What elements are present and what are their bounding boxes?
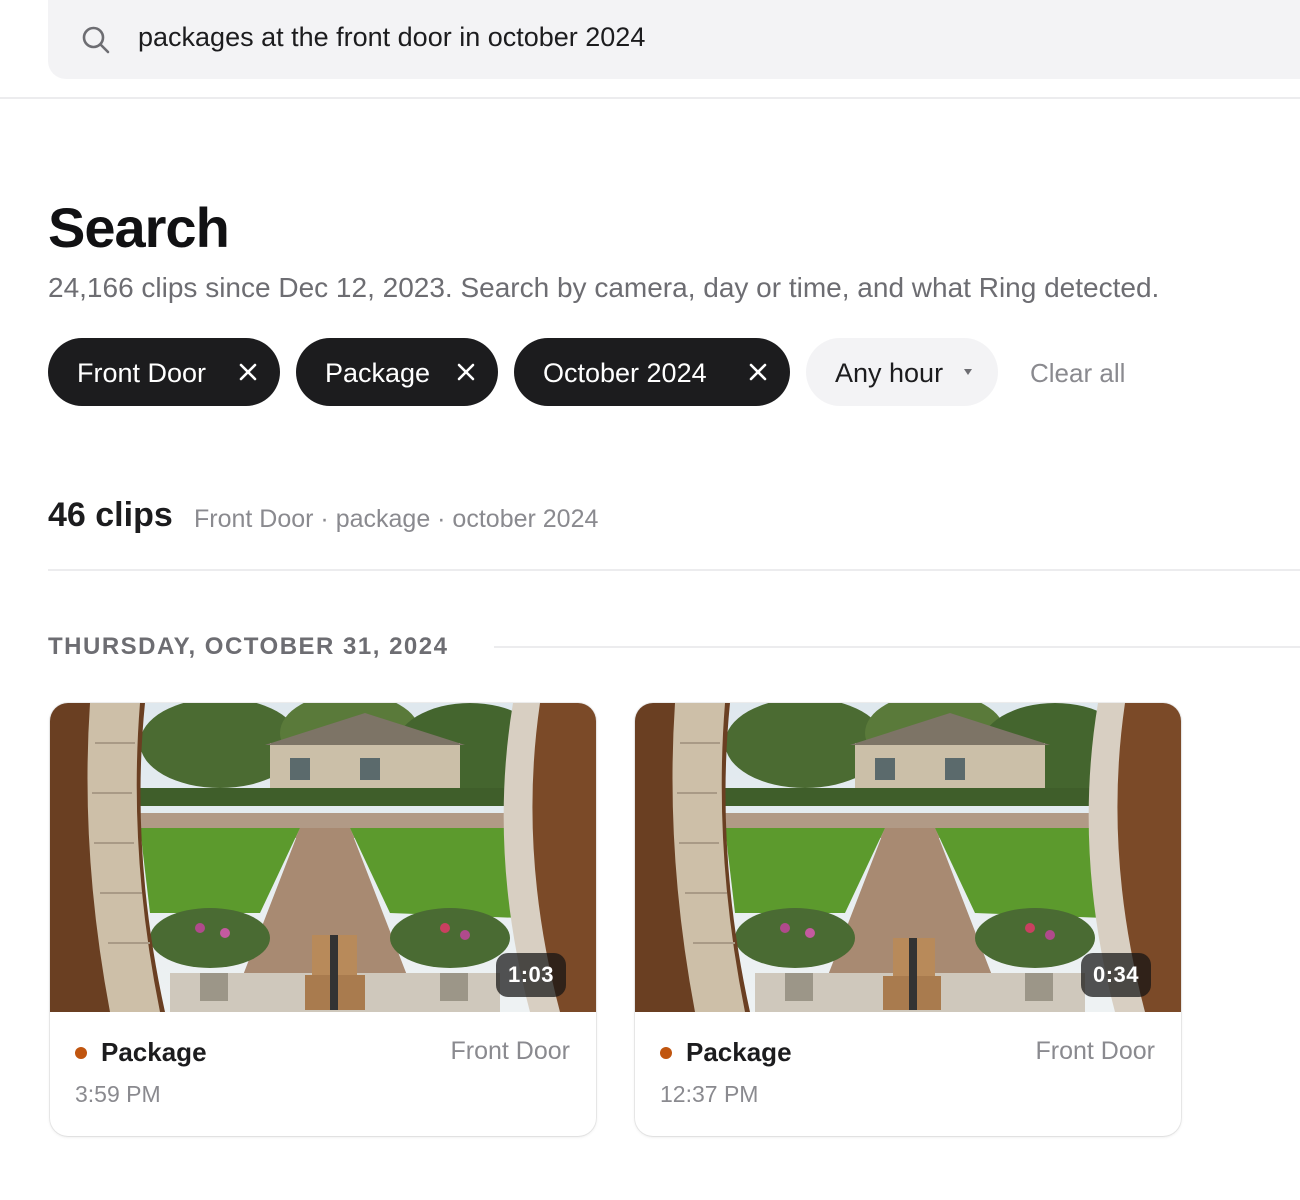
results-count: 46 clips — [48, 496, 173, 534]
top-bar: packages at the front door in october 20… — [0, 0, 1300, 99]
filter-chip-date[interactable]: October 2024 — [514, 338, 790, 406]
clip-thumbnail[interactable]: 0:34 — [635, 703, 1181, 1012]
clip-duration: 1:03 — [495, 953, 566, 997]
clip-card[interactable]: 1:03 Package Front Door 3:59 PM — [50, 703, 596, 1136]
results-summary: Front Door · package · october 2024 — [194, 505, 599, 533]
caret-down-icon — [964, 369, 972, 375]
clip-camera-name: Front Door — [450, 1037, 570, 1065]
clip-event-type: Package — [686, 1037, 792, 1067]
clip-time: 12:37 PM — [660, 1081, 759, 1107]
clip-event-type: Package — [101, 1037, 207, 1067]
date-group-heading: THURSDAY, OCTOBER 31, 2024 — [48, 633, 449, 660]
close-icon[interactable] — [456, 362, 476, 382]
filter-chip-label: October 2024 — [543, 358, 707, 388]
page-subtitle: 24,166 clips since Dec 12, 2023. Search … — [48, 272, 1160, 303]
clip-thumbnail[interactable]: 1:03 — [50, 703, 596, 1012]
search-icon — [82, 26, 110, 54]
page-title: Search — [48, 196, 230, 259]
search-bar[interactable]: packages at the front door in october 20… — [48, 0, 1300, 79]
filter-chip-label: Package — [325, 358, 431, 388]
clear-all-button[interactable]: Clear all — [1030, 358, 1125, 389]
clip-time: 3:59 PM — [75, 1081, 161, 1107]
close-icon[interactable] — [748, 362, 768, 382]
clip-card[interactable]: 0:34 Package Front Door 12:37 PM — [635, 703, 1181, 1136]
hour-dropdown-label: Any hour — [835, 358, 944, 388]
event-status-dot — [660, 1047, 672, 1059]
filter-chip-label: Front Door — [77, 358, 207, 388]
filter-chip-event[interactable]: Package — [296, 338, 498, 406]
divider — [494, 646, 1300, 648]
divider — [48, 569, 1300, 571]
search-input[interactable]: packages at the front door in october 20… — [138, 22, 645, 53]
clip-camera-name: Front Door — [1035, 1037, 1155, 1065]
hour-dropdown[interactable]: Any hour — [806, 338, 998, 406]
close-icon[interactable] — [238, 362, 258, 382]
clip-duration: 0:34 — [1080, 953, 1151, 997]
filter-chip-camera[interactable]: Front Door — [48, 338, 280, 406]
event-status-dot — [75, 1047, 87, 1059]
